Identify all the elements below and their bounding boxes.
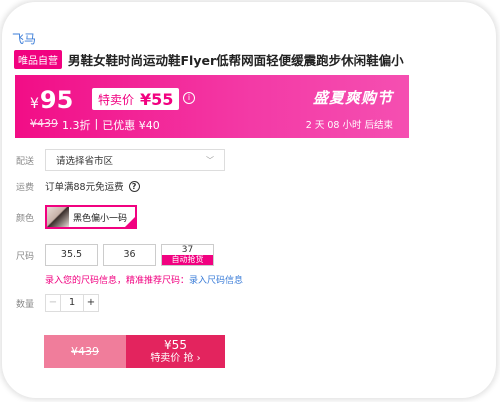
original-price-button[interactable]: ¥439 [44, 335, 126, 368]
quantity-value[interactable]: 1 [60, 295, 84, 311]
chevron-down-icon: ﹀ [206, 155, 214, 165]
brand-link[interactable]: 飞马 [12, 30, 36, 47]
self-operated-badge: 唯品自营 [14, 50, 62, 69]
size-label: 尺码 [16, 251, 35, 262]
color-row: 颜色 黑色偏小一码 [16, 205, 137, 229]
region-select[interactable]: 请选择省市区 ﹀ [45, 149, 225, 171]
color-option-selected[interactable]: 黑色偏小一码 [45, 205, 137, 229]
discount-text: 1.3折 [62, 119, 91, 132]
size-row: 尺码 35.5 36 37 自动抢货 [16, 244, 219, 266]
color-name: 黑色偏小一码 [73, 213, 128, 224]
title-row: 唯品自营 男鞋女鞋时尚运动鞋Flyer低帮网面轻便缓震跑步休闲鞋偏小 [14, 50, 404, 69]
selected-check-icon [125, 217, 135, 227]
auto-grab-tag: 自动抢货 [162, 255, 213, 265]
price-main: ¥ 95 [30, 86, 73, 114]
size-option-35-5[interactable]: 35.5 [45, 244, 98, 266]
size-info: 录入您的尺码信息，精准推荐尺码：录入尺码信息 [45, 273, 243, 286]
quantity-plus-button[interactable]: + [84, 295, 98, 311]
sale-label: 特卖价 [98, 92, 135, 107]
original-price: ¥439 [30, 117, 58, 130]
price-banner: ¥ 95 特卖价 ¥55 i ¥439 1.3折 | 已优惠 ¥40 盛夏爽购节… [15, 75, 409, 138]
quantity-stepper: − 1 + [45, 294, 99, 312]
quantity-minus-button[interactable]: − [46, 295, 60, 311]
countdown: 2 天 08 小时 后结束 [305, 120, 393, 131]
size-info-text: 录入您的尺码信息，精准推荐尺码： [45, 276, 190, 286]
info-icon[interactable]: i [183, 92, 195, 104]
product-title: 男鞋女鞋时尚运动鞋Flyer低帮网面轻便缓震跑步休闲鞋偏小 [68, 53, 404, 68]
buy-price: ¥55 [164, 337, 187, 352]
size-37-value: 37 [181, 245, 194, 255]
region-label: 配送 [16, 156, 35, 167]
saved-text: 已优惠 ¥40 [102, 119, 160, 132]
price-symbol: ¥ [30, 96, 39, 112]
freight-value: 订单满88元免运费 [45, 182, 124, 193]
color-label: 颜色 [16, 213, 35, 224]
freight-label: 运费 [16, 182, 35, 193]
question-icon[interactable]: ? [128, 180, 140, 192]
sale-price-tag: 特卖价 ¥55 [92, 88, 180, 110]
size-option-36[interactable]: 36 [103, 244, 156, 266]
region-row: 配送 请选择省市区 ﹀ [16, 149, 225, 171]
size-info-link[interactable]: 录入尺码信息 [189, 276, 243, 286]
size-option-37[interactable]: 37 自动抢货 [161, 244, 214, 266]
price-sub: ¥439 1.3折 | 已优惠 ¥40 [30, 117, 160, 133]
promo-title: 盛夏爽购节 [312, 89, 393, 107]
price-big: 95 [39, 86, 74, 114]
buy-now-button[interactable]: ¥55 特卖价 抢 › [126, 335, 225, 368]
color-swatch-image [47, 207, 69, 227]
product-card: 飞马 唯品自营 男鞋女鞋时尚运动鞋Flyer低帮网面轻便缓震跑步休闲鞋偏小 ¥ … [2, 2, 496, 398]
freight-row: 运费 订单满88元免运费 ? [16, 179, 140, 193]
region-value: 请选择省市区 [56, 156, 114, 167]
buy-area: ¥439 ¥55 特卖价 抢 › [44, 335, 225, 368]
freight-text: 订单满88元免运费 ? [45, 179, 140, 193]
sale-price: ¥55 [140, 89, 174, 109]
quantity-row: 数量 − 1 + [16, 294, 99, 312]
quantity-label: 数量 [16, 299, 35, 310]
buy-label: 特卖价 抢 › [150, 352, 201, 364]
separator: | [94, 117, 99, 130]
